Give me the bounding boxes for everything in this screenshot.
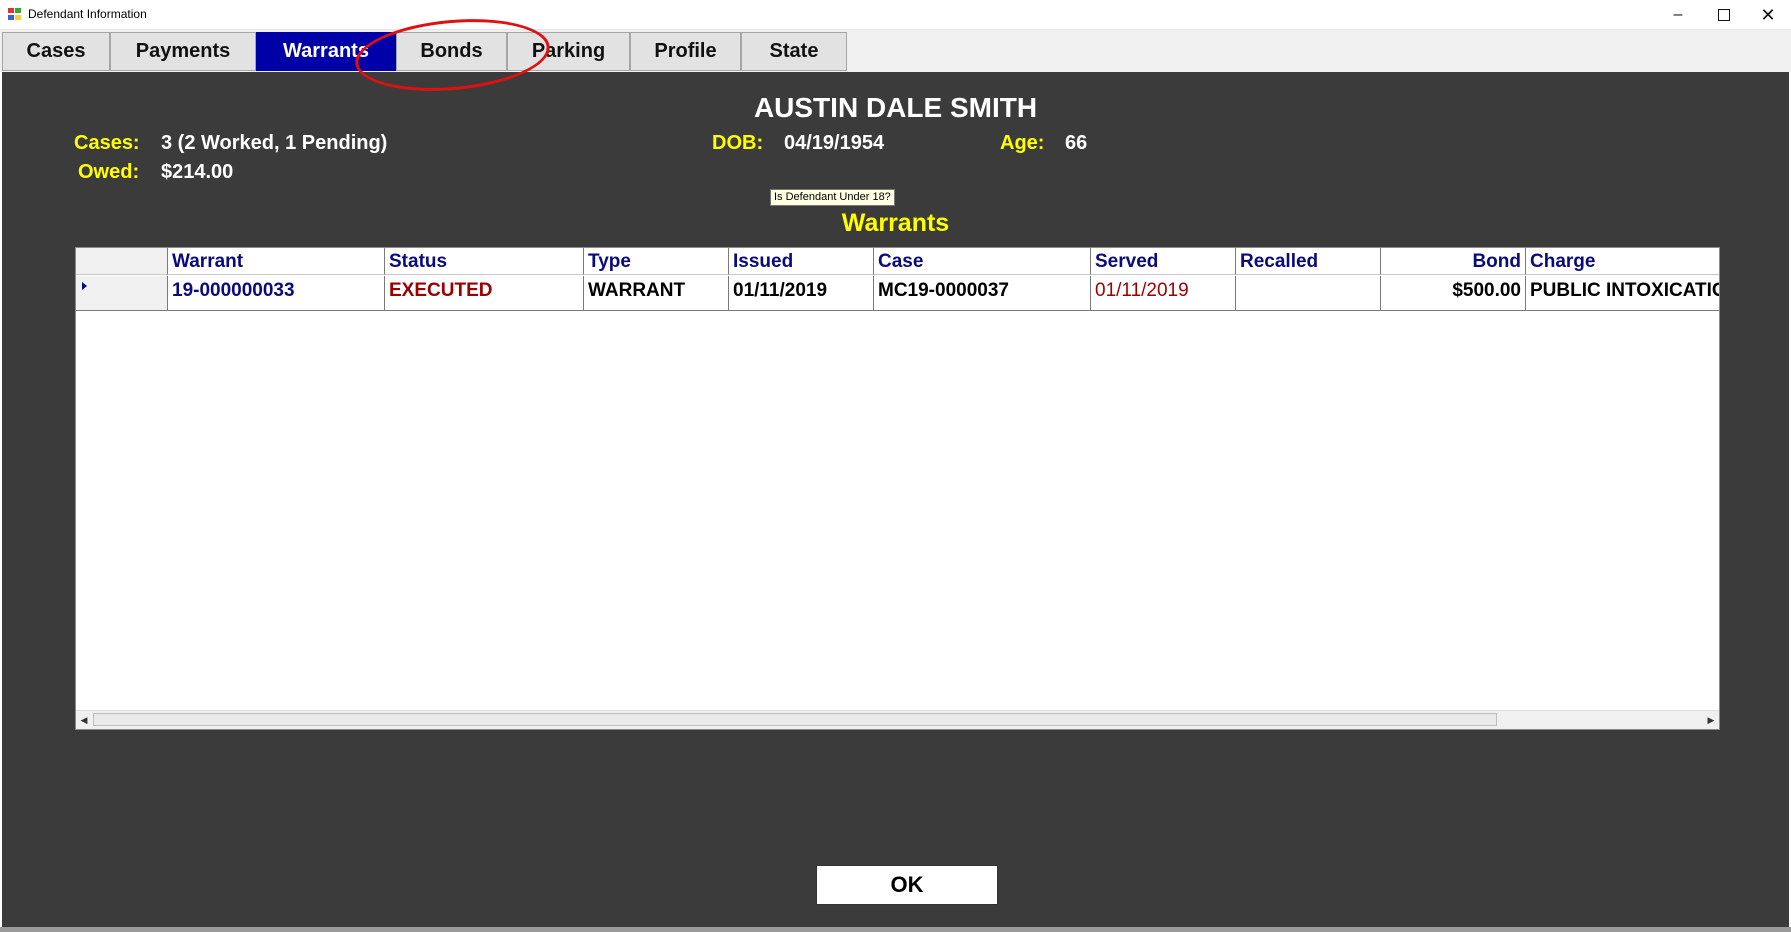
app-icon	[8, 8, 22, 21]
cell-type[interactable]: WARRANT	[584, 276, 729, 311]
cell-served[interactable]: 01/11/2019	[1091, 276, 1236, 311]
tab-profile[interactable]: Profile	[630, 32, 741, 71]
horizontal-scrollbar[interactable]: ◀ ▶	[76, 710, 1719, 729]
cell-issued[interactable]: 01/11/2019	[729, 276, 874, 311]
row-pointer-icon	[82, 282, 87, 290]
row-header-corner	[76, 248, 168, 275]
tab-bonds[interactable]: Bonds	[396, 32, 507, 71]
col-header-case[interactable]: Case	[874, 248, 1091, 275]
dob-value: 04/19/1954	[784, 132, 885, 154]
minimize-icon[interactable]: –	[1655, 0, 1701, 30]
cell-bond[interactable]: $500.00	[1381, 276, 1526, 311]
title-bar: Defendant Information – ✕	[0, 0, 1791, 30]
col-header-type[interactable]: Type	[584, 248, 729, 275]
tab-parking[interactable]: Parking	[507, 32, 630, 71]
defendant-name: AUSTIN DALE SMITH	[753, 92, 1038, 123]
scroll-right-icon[interactable]: ▶	[1704, 713, 1718, 727]
col-header-warrant[interactable]: Warrant	[168, 248, 385, 275]
ok-button[interactable]: OK	[816, 865, 998, 905]
cell-case[interactable]: MC19-0000037	[874, 276, 1091, 311]
cell-charge[interactable]: PUBLIC INTOXICATION	[1526, 276, 1719, 311]
scroll-thumb[interactable]	[93, 713, 1497, 726]
under-18-tooltip: Is Defendant Under 18?	[770, 189, 895, 206]
owed-label: Owed:	[78, 161, 140, 183]
col-header-bond[interactable]: Bond	[1381, 248, 1526, 275]
tab-warrants[interactable]: Warrants	[256, 32, 396, 71]
age-label: Age:	[1000, 132, 1045, 154]
maximize-icon[interactable]	[1701, 0, 1747, 30]
col-header-served[interactable]: Served	[1091, 248, 1236, 275]
bottom-border	[0, 927, 1791, 932]
window-title: Defendant Information	[28, 7, 147, 21]
cases-value: 3 (2 Worked, 1 Pending)	[161, 132, 388, 154]
close-icon[interactable]: ✕	[1745, 0, 1791, 30]
table-row[interactable]: 19-000000033 EXECUTED WARRANT 01/11/2019…	[76, 276, 1719, 311]
warrants-grid[interactable]: Warrant Status Type Issued Case Served R…	[75, 247, 1720, 730]
cell-status[interactable]: EXECUTED	[385, 276, 584, 311]
dob-label: DOB:	[712, 132, 764, 154]
cases-label: Cases:	[74, 132, 140, 154]
age-value: 66	[1065, 132, 1088, 154]
scroll-left-icon[interactable]: ◀	[77, 713, 91, 727]
owed-value: $214.00	[161, 161, 234, 183]
col-header-issued[interactable]: Issued	[729, 248, 874, 275]
section-title: Warrants	[841, 209, 950, 237]
row-selector[interactable]	[76, 276, 168, 311]
cell-recalled[interactable]	[1236, 276, 1381, 311]
col-header-status[interactable]: Status	[385, 248, 584, 275]
tab-cases[interactable]: Cases	[2, 32, 110, 71]
tab-payments[interactable]: Payments	[110, 32, 256, 71]
cell-warrant[interactable]: 19-000000033	[168, 276, 385, 311]
col-header-recalled[interactable]: Recalled	[1236, 248, 1381, 275]
col-header-charge[interactable]: Charge	[1526, 248, 1719, 275]
tab-state[interactable]: State	[741, 32, 847, 71]
grid-header-row: Warrant Status Type Issued Case Served R…	[76, 248, 1719, 276]
